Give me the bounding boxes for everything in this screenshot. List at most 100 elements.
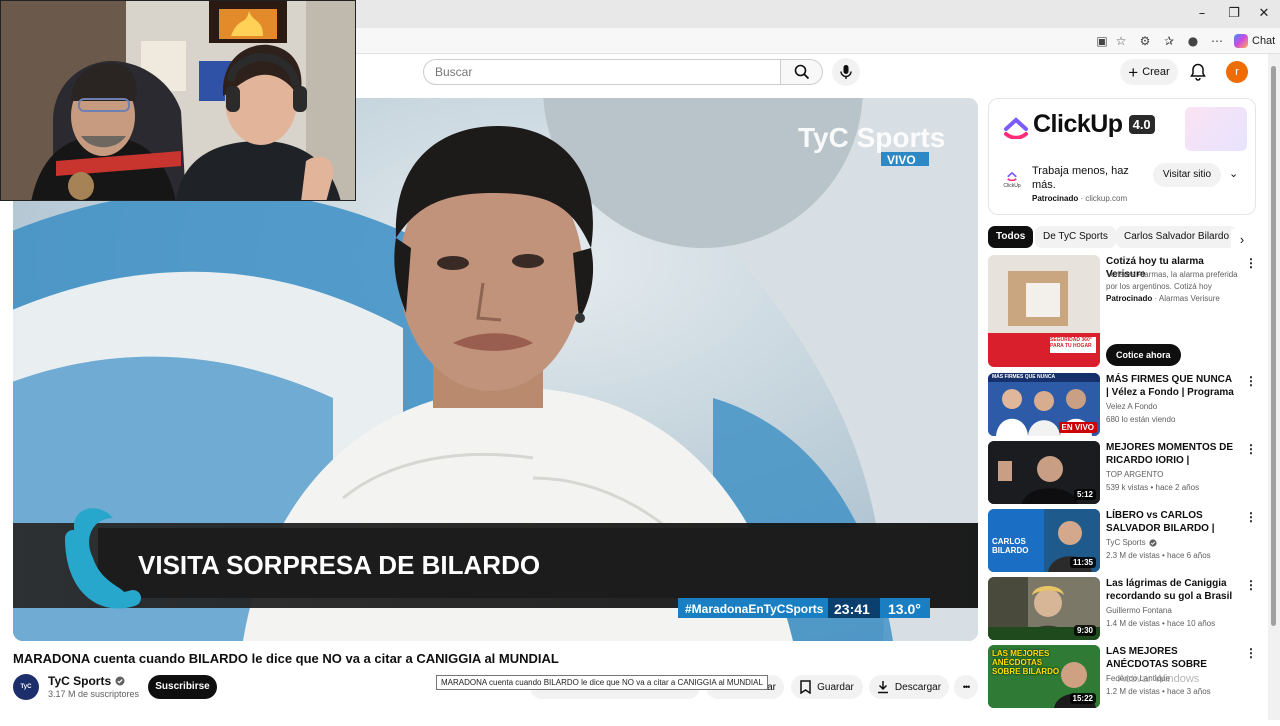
subscriber-count: 3.17 M de suscriptores [48,689,140,699]
channel-avatar[interactable]: TyC Sports [13,674,39,716]
user-avatar[interactable]: r [1226,61,1248,83]
plus-icon: + [1128,62,1139,82]
video-duration: 9:30 [1073,625,1096,636]
download-label: Descargar [894,681,942,693]
thumbnail-caption: MÁS FIRMES QUE NUNCA [992,374,1056,380]
visit-site-button[interactable]: Visitar sitio [1153,163,1221,187]
download-button[interactable]: Descargar [869,675,949,699]
recommendation-thumbnail[interactable]: 5:12 [988,441,1100,504]
favorite-star-icon[interactable]: ☆ [1112,32,1130,50]
recommendation-item[interactable]: 5:12 MEJORES MOMENTOS DE RICARDO IORIO |… [988,441,1257,504]
reader-icon[interactable]: ▣ [1093,32,1111,50]
ad-brand-name: ClickUp [1033,110,1123,138]
recommendation-thumbnail[interactable]: LAS MEJORES ANÉCDOTAS SOBRE BILARDO 15:2… [988,645,1100,708]
more-icon[interactable]: ⋯ [1208,32,1226,50]
channel-name-label: TyC Sports [48,674,112,688]
verified-icon [1148,539,1157,547]
recommendation-meta: 1.4 M de vistas • hace 10 años [1106,619,1216,628]
chip-de-tyc-sports[interactable]: De TyC Sports [1035,226,1116,248]
copilot-icon [1234,34,1248,48]
live-now-badge: EN VIVO [1058,422,1097,433]
recommendation-item[interactable]: MÁS FIRMES QUE NUNCA EN VIVO MÁS FIRMES … [988,373,1257,436]
scrollbar-thumb[interactable] [1271,66,1276,626]
save-button[interactable]: Guardar [791,675,863,699]
video-duration: 11:35 [1069,557,1096,568]
profile-icon[interactable]: ● [1184,32,1202,50]
cotice-ahora-button[interactable]: Cotice ahora [1106,344,1181,366]
title-tooltip: MARADONA cuenta cuando BILARDO le dice q… [436,675,768,690]
notifications-button[interactable] [1187,61,1209,83]
sponsored-label: Patrocinado [1106,294,1153,303]
voice-search-button[interactable] [832,58,860,86]
thumbnail-caption: CARLOS BILARDO [992,537,1029,555]
subscribe-button[interactable]: Suscribirse [148,675,217,699]
recommendation-title[interactable]: LAS MEJORES ANÉCDOTAS SOBRE BILARDO (Mar… [1106,645,1236,671]
extensions-icon[interactable]: ⚙ [1136,32,1154,50]
recommendation-channel[interactable]: Velez A Fondo [1106,401,1246,413]
recommendation-channel[interactable]: TOP ARGENTO [1106,469,1246,481]
recommendation-meta: 1.2 M de vistas • hace 3 años [1106,687,1211,696]
page-scrollbar[interactable] [1268,54,1280,720]
microphone-icon [840,65,852,79]
create-label: Crear [1142,66,1170,78]
thumbnail-caption: LAS MEJORES ANÉCDOTAS SOBRE BILARDO [992,649,1060,676]
recommendation-thumbnail[interactable]: 9:30 [988,577,1100,640]
ad-product-image [1185,107,1247,151]
favorites-icon[interactable]: ✰ [1160,32,1178,50]
search-button[interactable] [781,59,823,85]
ticker-hashtag: #MaradonaEnTyCSports [685,602,824,616]
advertiser-name: Alarmas Verisure [1158,294,1220,303]
recommendation-thumbnail[interactable]: SEGURIDAD 360° PARA TU HOGAR [988,255,1100,367]
more-options-icon[interactable]: ⋮ [1245,374,1257,388]
ad-domain[interactable]: clickup.com [1085,194,1127,203]
recommendation-title[interactable]: MEJORES MOMENTOS DE RICARDO IORIO | COMP… [1106,441,1236,467]
more-options-icon[interactable]: ⋮ [1245,256,1257,270]
more-options-icon[interactable]: ⋮ [1245,578,1257,592]
channel-logo-overlay: TyC Sports [798,122,945,153]
video-duration: 5:12 [1073,489,1096,500]
channel-name[interactable]: TyC Sports [48,674,125,688]
recommendation-item[interactable]: CARLOS BILARDO 11:35 LÍBERO vs CARLOS SA… [988,509,1257,572]
save-label: Guardar [817,681,854,693]
recommendation-title[interactable]: Las lágrimas de Caniggia recordando su g… [1106,577,1236,603]
recommendation-title[interactable]: LÍBERO vs CARLOS SALVADOR BILARDO | "CON… [1106,509,1236,535]
recommendation-channel[interactable]: TyC Sports [1106,537,1246,549]
recommendation-item[interactable]: SEGURIDAD 360° PARA TU HOGAR Cotizá hoy … [988,255,1257,367]
ad-description: Trabaja menos, haz más. [1032,165,1129,191]
close-window-button[interactable]: ✕ [1250,4,1278,24]
ticker-time: 23:41 [834,601,870,617]
ad-small-logo: ClickUp [1001,169,1023,191]
recommendation-meta: 680 lo están viendo [1106,415,1176,424]
recommendation-channel[interactable]: Guillermo Fontana [1106,605,1246,617]
copilot-chat-button[interactable]: Chat [1234,32,1275,50]
more-options-icon[interactable]: ⋮ [1245,442,1257,456]
recommendation-thumbnail[interactable]: MÁS FIRMES QUE NUNCA EN VIVO [988,373,1100,436]
bookmark-icon [800,680,811,694]
video-duration: 15:22 [1069,693,1096,704]
more-options-icon[interactable]: ⋮ [1245,510,1257,524]
lower-third-text: VISITA SORPRESA DE BILARDO [138,550,540,580]
search-icon [794,64,809,80]
minimize-button[interactable]: – [1188,4,1216,24]
recommendation-thumbnail[interactable]: CARLOS BILARDO 11:35 [988,509,1100,572]
recommendation-title[interactable]: MÁS FIRMES QUE NUNCA | Vélez a Fondo | P… [1106,373,1236,399]
verified-icon [115,676,125,686]
ad-sponsor-line: Patrocinado · clickup.com [1032,194,1128,203]
restore-button[interactable]: ❐ [1220,4,1248,24]
create-button[interactable]: + Crear [1120,59,1178,85]
search-input[interactable]: Buscar [423,59,781,85]
ad-expand-chevron-icon[interactable]: ⌄ [1229,167,1238,180]
more-actions-button[interactable]: ••• [954,675,978,699]
more-options-icon[interactable]: ⋮ [1245,646,1257,660]
recommendation-channel-name: TyC Sports [1106,538,1146,547]
recommendation-sponsor-line: Patrocinado · Alarmas Verisure [1106,294,1220,303]
chip-todos[interactable]: Todos [988,226,1034,248]
chips-next-arrow-icon[interactable]: › [1231,229,1253,251]
recommendation-meta: 2.3 M de vistas • hace 6 años [1106,551,1211,560]
chip-carlos-salvador-bilardo[interactable]: Carlos Salvador Bilardo [1116,226,1238,248]
recommendation-item[interactable]: 9:30 Las lágrimas de Caniggia recordando… [988,577,1257,640]
ad-sponsored-label: Patrocinado [1032,194,1079,203]
thumbnail-caption: SEGURIDAD 360° PARA TU HOGAR [1050,337,1092,349]
webcam-overlay [0,0,356,201]
ad-card[interactable]: ClickUp 4.0 ClickUp Trabaja menos, haz m… [988,98,1256,215]
